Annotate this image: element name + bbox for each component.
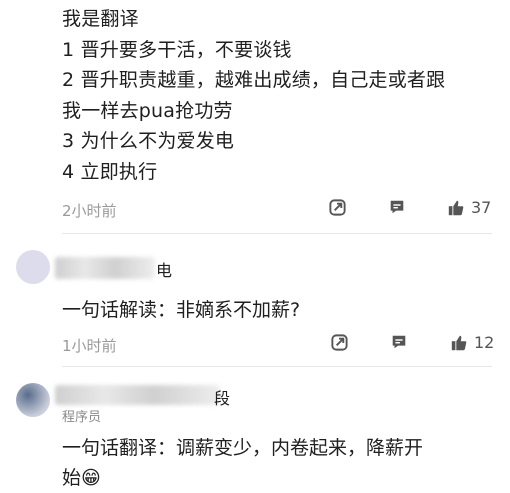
divider — [62, 233, 492, 234]
share-icon — [330, 333, 349, 352]
thumbs-up-icon — [450, 334, 468, 352]
username-fragment: 段 — [214, 389, 231, 408]
like-button[interactable]: 12 — [450, 333, 494, 352]
like-count: 37 — [471, 198, 492, 217]
comment-line: 4 立即执行 — [62, 160, 158, 183]
comment-1-meta: 2小时前 37 — [0, 198, 510, 222]
comment-icon — [390, 333, 408, 351]
reply-button[interactable] — [390, 333, 408, 351]
reply-button[interactable] — [388, 198, 406, 216]
share-button[interactable] — [328, 198, 347, 217]
share-button[interactable] — [330, 333, 349, 352]
thumbs-up-icon — [447, 199, 465, 217]
comment-line: 2 晋升职责越重，越难出成绩，自己走或者跟 — [62, 69, 446, 91]
comment-1-body: 我是翻译 1 晋升要多干活，不要谈钱 2 晋升职责越重，越难出成绩，自己走或者跟… — [62, 4, 502, 187]
comment-line: 1 晋升要多干活，不要谈钱 — [62, 38, 292, 61]
redacted-username — [55, 385, 220, 405]
grin-emoji: 😁 — [81, 467, 101, 489]
username-fragment: 电 — [156, 261, 173, 280]
timestamp: 1小时前 — [62, 337, 117, 355]
redacted-username — [55, 257, 155, 279]
comment-line: 我是翻译 — [62, 8, 139, 30]
user-role: 程序员 — [62, 410, 102, 425]
comment-3-text-line2: 始😁 — [62, 463, 101, 493]
avatar[interactable] — [16, 250, 50, 284]
divider — [62, 366, 492, 367]
like-count: 12 — [474, 333, 495, 352]
comment-3-text-tail: 始 — [62, 467, 82, 489]
comment-2-text: 一句话解读：非嫡系不加薪? — [62, 299, 301, 321]
like-button[interactable]: 37 — [447, 198, 491, 217]
comment-line: 3 为什么不为爱发电 — [62, 130, 235, 152]
comment-3-text-line1: 一句话翻译：调薪变少，内卷起来，降薪开 — [62, 437, 424, 459]
comment-2-meta: 1小时前 12 — [0, 333, 510, 357]
comment-line: 我一样去pua抢功劳 — [62, 99, 233, 122]
comment-icon — [388, 198, 406, 216]
avatar[interactable] — [16, 383, 50, 417]
timestamp: 2小时前 — [62, 202, 117, 220]
share-icon — [328, 198, 347, 217]
